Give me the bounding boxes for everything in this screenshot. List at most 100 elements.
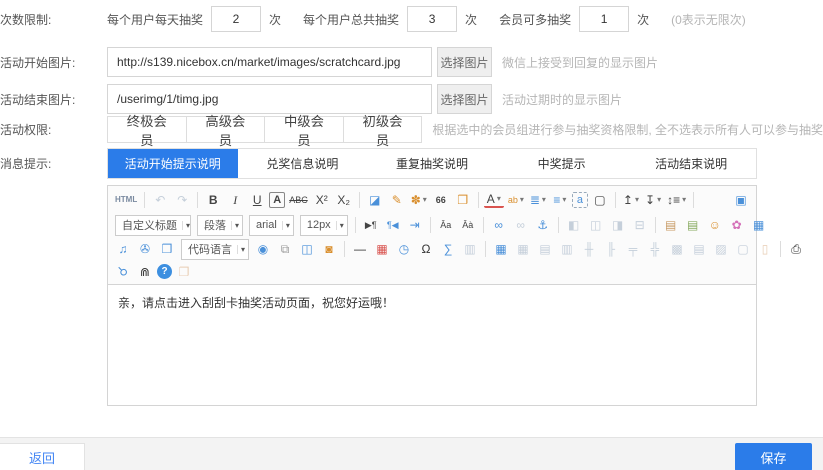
image-align-center-icon[interactable]: ◫: [586, 216, 606, 235]
font-family-select[interactable]: arial▾: [249, 215, 294, 236]
insert-col-icon[interactable]: ╟: [601, 240, 621, 259]
blockquote-icon[interactable]: 66: [431, 191, 451, 210]
unlink-icon[interactable]: ∞: [511, 216, 531, 235]
insert-template-icon[interactable]: ❒: [157, 240, 177, 259]
font-color-icon[interactable]: A▾: [484, 192, 504, 208]
underline-icon[interactable]: U: [247, 191, 267, 210]
back-button[interactable]: 返回: [0, 443, 85, 470]
scrawl-color-icon[interactable]: ✽▾: [409, 191, 429, 210]
table-bg-icon[interactable]: ▨: [711, 240, 731, 259]
insert-video-icon[interactable]: ▦: [749, 216, 769, 235]
paragraph-space-top-icon[interactable]: ↥▾: [621, 191, 641, 210]
image-align-none-icon[interactable]: ⊟: [630, 216, 650, 235]
redo-icon[interactable]: ↷: [172, 191, 192, 210]
italic-icon[interactable]: I: [225, 191, 245, 210]
doc-template-icon[interactable]: ▯: [755, 240, 775, 259]
help-icon[interactable]: ?: [157, 264, 172, 279]
image-align-right-icon[interactable]: ◨: [608, 216, 628, 235]
preview-icon[interactable]: ⚲: [109, 258, 137, 286]
table-border-icon[interactable]: ▢: [733, 240, 753, 259]
undo-icon[interactable]: ↶: [150, 191, 170, 210]
print-icon[interactable]: ⎙: [786, 240, 806, 259]
delete-table-icon[interactable]: ▦: [513, 240, 533, 259]
subscript-icon[interactable]: X₂: [334, 191, 354, 210]
case-lower-icon[interactable]: Âà: [458, 216, 478, 235]
tab-repeat-draw[interactable]: 重复抽奖说明: [367, 149, 497, 178]
start-image-pick-button[interactable]: 选择图片: [437, 47, 492, 77]
image-align-left-icon[interactable]: ◧: [564, 216, 584, 235]
merge-cells-icon[interactable]: ╫: [579, 240, 599, 259]
scrawl-icon[interactable]: ✿: [727, 216, 747, 235]
daily-draw-group: 每个用户每天抽奖 次: [107, 6, 281, 32]
insert-caption-icon[interactable]: ▤: [535, 240, 555, 259]
horizontal-rule-icon[interactable]: —: [350, 240, 370, 259]
pagebreak-icon[interactable]: ⧉: [275, 240, 295, 259]
music-icon[interactable]: ♫: [113, 240, 133, 259]
tab-redeem-info[interactable]: 兑奖信息说明: [238, 149, 368, 178]
bold-icon[interactable]: B: [203, 191, 223, 210]
start-image-url-input[interactable]: [107, 47, 432, 77]
find-replace-icon[interactable]: ⋒: [135, 262, 155, 281]
map-icon[interactable]: ◉: [253, 240, 273, 259]
format-eraser-icon[interactable]: ◪: [365, 191, 385, 210]
attachment-icon[interactable]: ✇: [135, 240, 155, 259]
indent-icon[interactable]: ⇥: [405, 216, 425, 235]
formula-icon[interactable]: ∑: [438, 240, 458, 259]
paste-text-icon[interactable]: ❐: [453, 191, 473, 210]
unordered-list-icon[interactable]: ≡▾: [550, 191, 570, 210]
sort-table-icon[interactable]: ▤: [689, 240, 709, 259]
case-upper-icon[interactable]: Âa: [436, 216, 456, 235]
code-language-select[interactable]: 代码语言▾: [181, 239, 249, 260]
rtl-paragraph-icon[interactable]: ¶◀: [383, 216, 403, 235]
anchor-icon[interactable]: ⚓: [533, 216, 553, 235]
highlight-color-icon[interactable]: ab▾: [506, 191, 526, 210]
link-icon[interactable]: ∞: [489, 216, 509, 235]
new-doc-icon[interactable]: ▢: [590, 191, 610, 210]
tab-activity-end-message[interactable]: 活动结束说明: [626, 149, 756, 178]
tab-win-message[interactable]: 中奖提示: [497, 149, 627, 178]
permission-junior-member-button[interactable]: 初级会员: [343, 116, 423, 143]
permission-senior-member-button[interactable]: 高级会员: [186, 116, 266, 143]
editor-content-area[interactable]: 亲，请点击进入刮刮卡抽奖活动页面，祝您好运哦！: [108, 285, 756, 405]
table-style-icon[interactable]: ▩: [667, 240, 687, 259]
limit-label: 次数限制:: [0, 11, 107, 28]
format-brush-icon[interactable]: ✎: [387, 191, 407, 210]
source-code-icon[interactable]: HTML: [113, 191, 139, 210]
end-image-pick-button[interactable]: 选择图片: [437, 84, 492, 114]
emoticon-icon[interactable]: ☺: [705, 216, 725, 235]
paragraph-format-select[interactable]: 段落▾: [197, 215, 243, 236]
total-draw-count-input[interactable]: [407, 6, 457, 32]
special-char-icon[interactable]: Ω: [416, 240, 436, 259]
time-icon[interactable]: ◷: [394, 240, 414, 259]
fullscreen-icon[interactable]: ▣: [731, 191, 751, 210]
ltr-paragraph-icon[interactable]: ▶¶: [361, 216, 381, 235]
tab-activity-start-message[interactable]: 活动开始提示说明: [108, 149, 238, 178]
snapscreen-icon[interactable]: ◙: [319, 240, 339, 259]
ordered-list-icon[interactable]: ≣▾: [528, 191, 548, 210]
custom-heading-select[interactable]: 自定义标题▾: [115, 215, 191, 236]
end-image-url-input[interactable]: [107, 84, 432, 114]
insert-row-icon[interactable]: ╤: [623, 240, 643, 259]
upload-image-icon[interactable]: ▤: [683, 216, 703, 235]
date-icon[interactable]: ▦: [372, 240, 392, 259]
char-border-icon[interactable]: A: [269, 192, 285, 208]
save-button[interactable]: 保存: [735, 443, 812, 470]
font-size-select[interactable]: 12px▾: [300, 215, 348, 236]
permission-ultimate-member-button[interactable]: 终极会员: [107, 116, 187, 143]
permission-middle-member-button[interactable]: 中级会员: [264, 116, 344, 143]
insert-table-icon[interactable]: ▦: [491, 240, 511, 259]
line-height-icon[interactable]: ↕≡▾: [665, 191, 688, 210]
insert-image-icon[interactable]: ▤: [661, 216, 681, 235]
daily-draw-label: 每个用户每天抽奖: [107, 11, 203, 28]
member-extra-draw-count-input[interactable]: [579, 6, 629, 32]
strikethrough-icon[interactable]: ABC: [287, 191, 310, 210]
anchor-text-icon[interactable]: a: [572, 192, 588, 208]
daily-draw-count-input[interactable]: [211, 6, 261, 32]
superscript-icon[interactable]: X²: [312, 191, 332, 210]
insert-title-icon[interactable]: ▥: [557, 240, 577, 259]
draft-icon[interactable]: ❐: [174, 262, 194, 281]
split-cell-icon[interactable]: ╬: [645, 240, 665, 259]
spreadsheet-icon[interactable]: ▥: [460, 240, 480, 259]
iframe-icon[interactable]: ◫: [297, 240, 317, 259]
paragraph-space-bottom-icon[interactable]: ↧▾: [643, 191, 663, 210]
